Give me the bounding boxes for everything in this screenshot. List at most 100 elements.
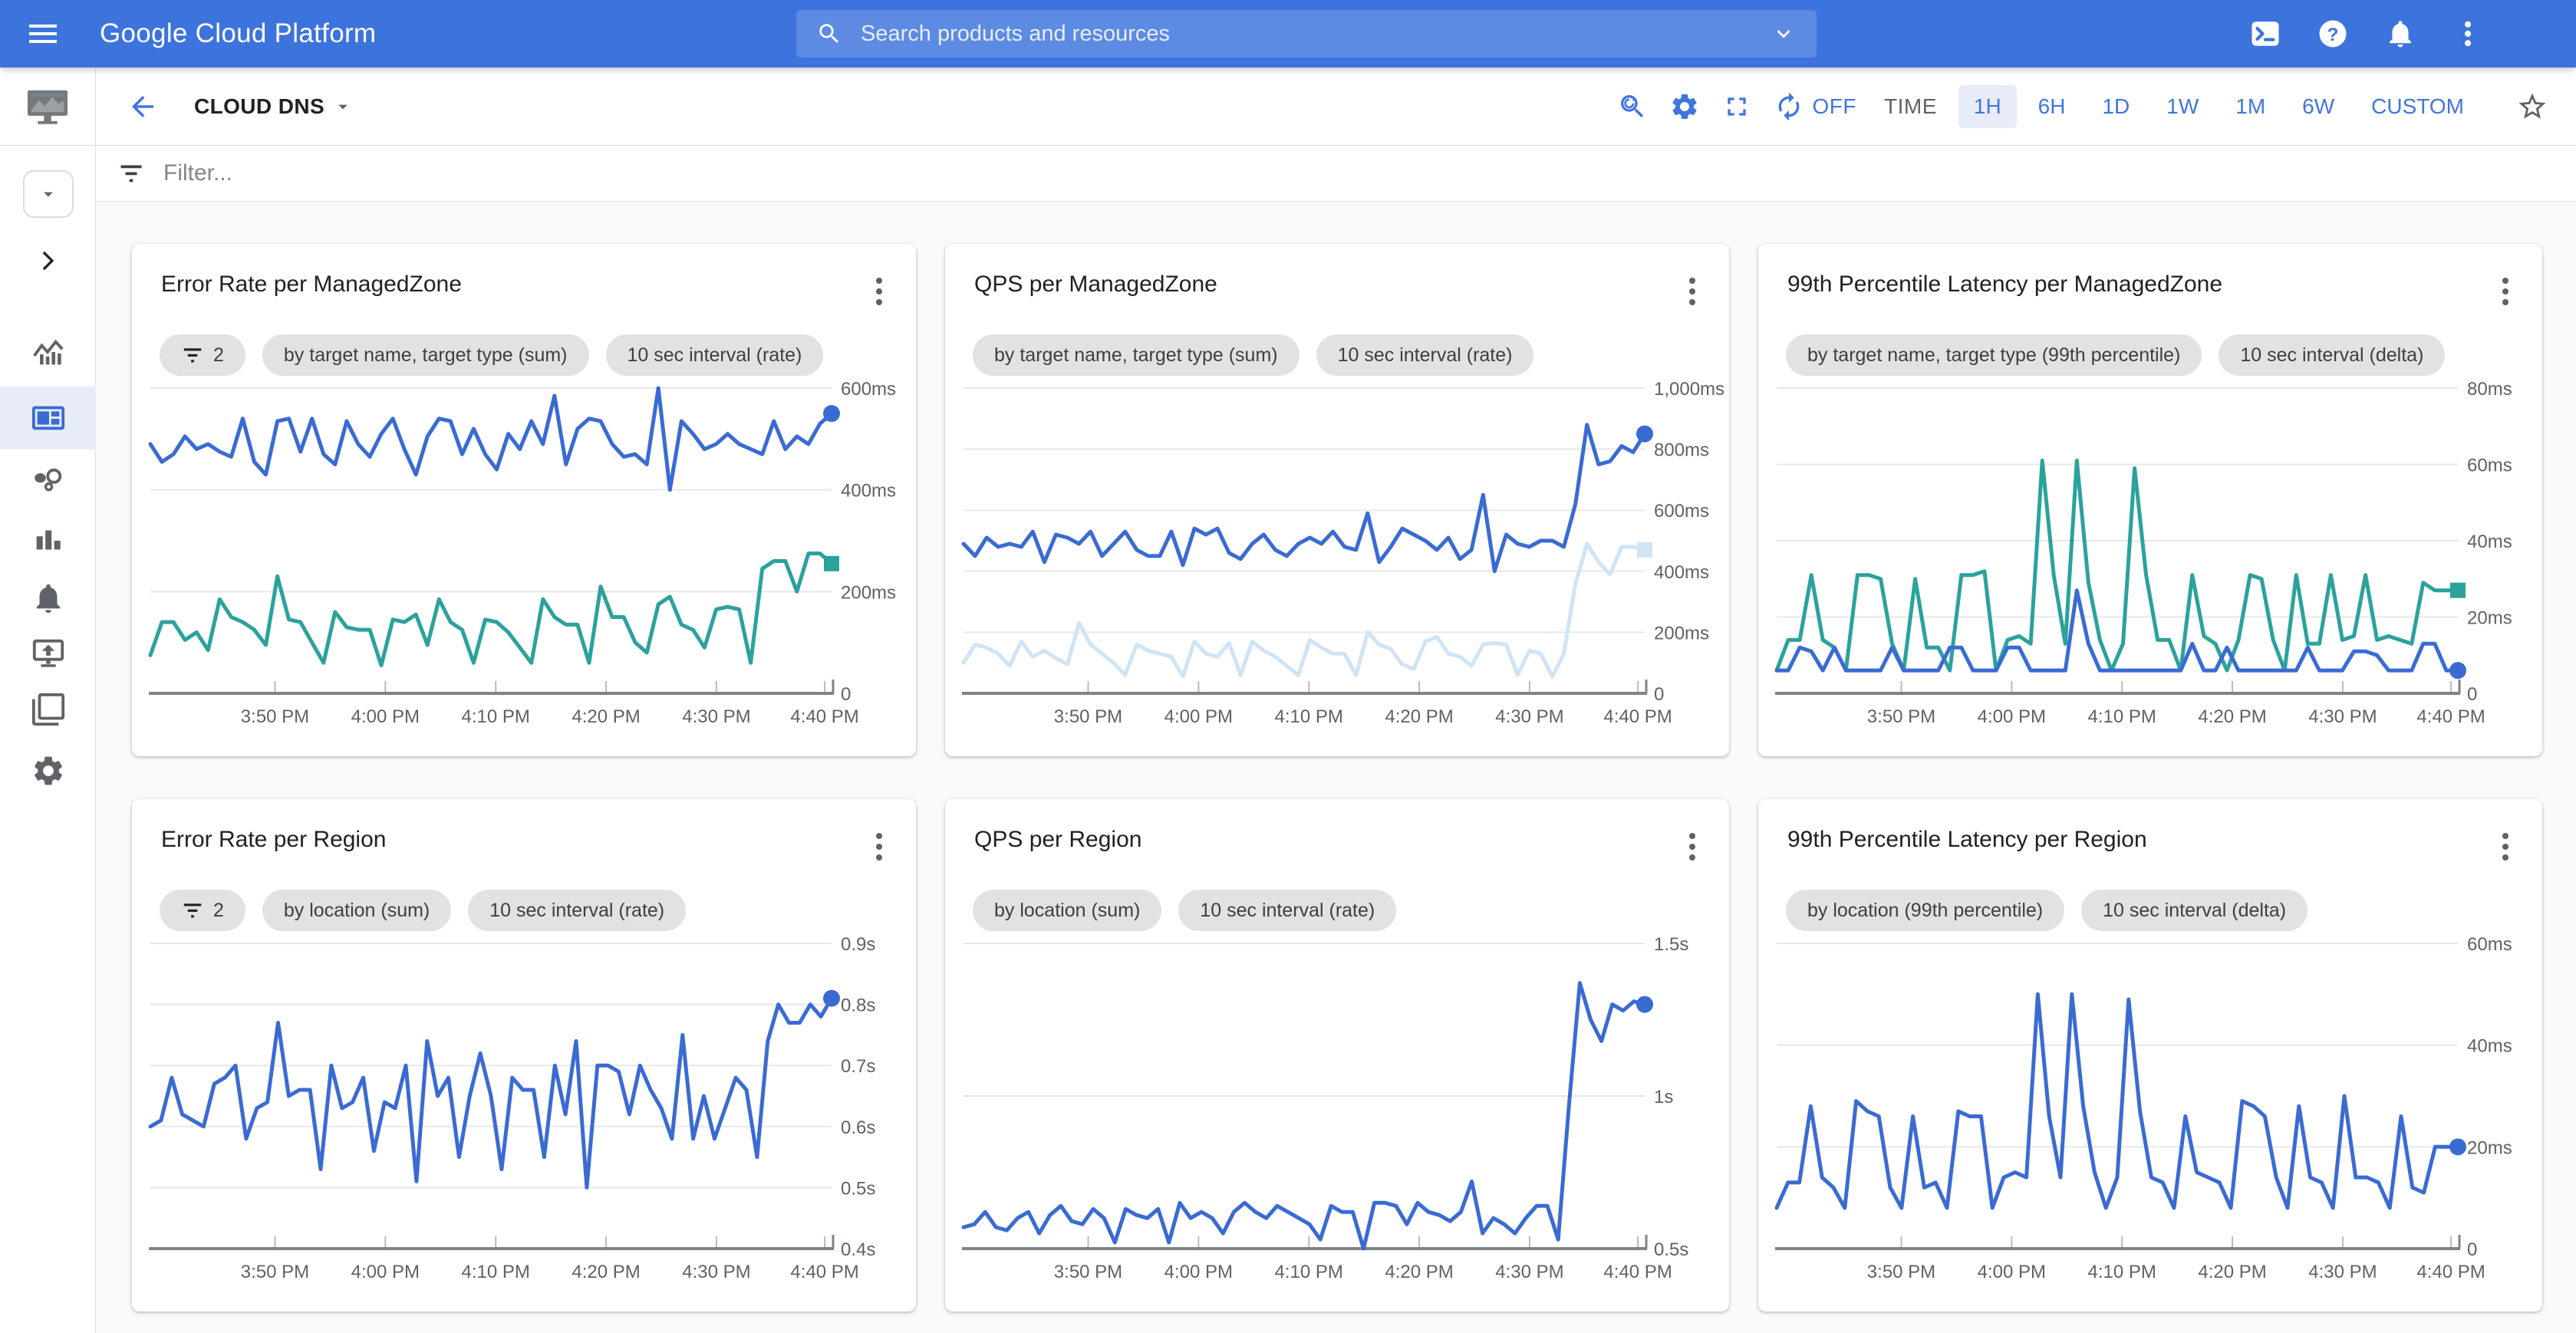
aggregation-chip[interactable]: 10 sec interval (rate) — [1316, 334, 1534, 376]
filter-count-chip[interactable]: 2 — [160, 334, 245, 376]
aggregation-chip[interactable]: 10 sec interval (rate) — [606, 334, 824, 376]
chart-menu-button[interactable] — [1675, 272, 1709, 314]
kebab-icon — [2502, 276, 2509, 310]
sidebar-item-uptime-checks[interactable] — [0, 636, 96, 671]
cloud-shell-icon[interactable] — [2249, 18, 2281, 50]
settings-gear-icon[interactable] — [1669, 91, 1700, 122]
y-tick-label: 1,000ms — [1654, 379, 1724, 400]
aggregation-chip[interactable]: by target name, target type (sum) — [973, 334, 1300, 376]
time-range-1d[interactable]: 1D — [2087, 85, 2145, 128]
chip-label: by target name, target type (99th percen… — [1807, 344, 2180, 367]
star-icon[interactable] — [2516, 91, 2548, 123]
services-icon — [31, 463, 66, 499]
chart-menu-button[interactable] — [1675, 827, 1709, 870]
global-search[interactable] — [796, 10, 1817, 58]
chip-label: 10 sec interval (delta) — [2240, 344, 2423, 367]
aggregation-chip[interactable]: by target name, target type (sum) — [262, 334, 589, 376]
line-chart: 600ms400ms200ms03:50 PM4:00 PM4:10 PM4:2… — [132, 379, 916, 747]
search-time-icon[interactable] — [1617, 91, 1648, 122]
chevron-down-icon — [38, 183, 59, 205]
app-header: Google Cloud Platform ? — [0, 0, 2576, 67]
sidebar-item-groups[interactable] — [0, 692, 96, 727]
time-range-custom[interactable]: CUSTOM — [2356, 85, 2479, 128]
time-range-6h[interactable]: 6H — [2023, 85, 2081, 128]
x-tick-label: 3:50 PM — [241, 706, 309, 727]
sidebar-item-alerting[interactable] — [0, 581, 96, 616]
auto-refresh-icon — [1774, 91, 1804, 122]
menu-icon[interactable] — [25, 15, 61, 52]
chart-plot: 600ms400ms200ms03:50 PM4:00 PM4:10 PM4:2… — [132, 379, 916, 747]
sidebar-item-uptime-metrics[interactable] — [0, 523, 96, 558]
chart-menu-button[interactable] — [862, 827, 896, 870]
series-line — [150, 554, 832, 666]
chart-chips: by location (99th percentile) 10 sec inte… — [1786, 890, 2542, 931]
chart-menu-button[interactable] — [2489, 272, 2522, 314]
aggregation-chip[interactable]: 10 sec interval (delta) — [2219, 334, 2445, 376]
x-tick-label: 4:00 PM — [1164, 1262, 1233, 1282]
x-tick-label: 4:40 PM — [1603, 706, 1672, 727]
aggregation-chip[interactable]: by location (99th percentile) — [1786, 890, 2064, 931]
chart-chips: by location (sum) 10 sec interval (rate) — [973, 890, 1729, 931]
chevron-down-icon[interactable] — [1771, 21, 1797, 47]
chip-label: by location (99th percentile) — [1807, 900, 2043, 922]
sidebar-item-dashboards[interactable] — [0, 387, 96, 449]
y-tick-label: 0 — [841, 684, 851, 705]
latest-point-marker — [2450, 583, 2466, 598]
sidebar-item-workspace-switcher[interactable] — [0, 170, 96, 218]
chart-menu-button[interactable] — [2489, 827, 2522, 870]
y-tick-label: 1.5s — [1654, 934, 1688, 955]
search-input[interactable] — [861, 21, 1771, 47]
fullscreen-icon[interactable] — [1721, 91, 1752, 122]
sidebar-item-services[interactable] — [0, 463, 96, 499]
series-line — [150, 388, 832, 490]
chart-menu-button[interactable] — [862, 272, 896, 314]
dashboard-selector[interactable]: CLOUD DNS — [194, 94, 354, 119]
chip-label: 2 — [213, 344, 224, 367]
sidebar-item-metrics-explorer[interactable] — [0, 335, 96, 370]
sidebar-item-expand-nav[interactable] — [0, 244, 96, 278]
time-range-1m[interactable]: 1M — [2220, 85, 2281, 128]
more-options-icon[interactable] — [2452, 18, 2484, 50]
chip-label: 2 — [213, 900, 224, 922]
x-tick-label: 4:30 PM — [682, 1262, 750, 1282]
x-tick-label: 4:10 PM — [1275, 706, 1343, 727]
chevron-right-icon — [31, 244, 65, 278]
time-range-1h[interactable]: 1H — [1958, 85, 2017, 128]
auto-refresh-toggle[interactable]: OFF — [1774, 91, 1856, 122]
sidebar-item-settings[interactable] — [0, 753, 96, 788]
uptime-checks-icon — [31, 636, 66, 671]
time-range-1w[interactable]: 1W — [2151, 85, 2214, 128]
filter-count-chip[interactable]: 2 — [160, 890, 245, 931]
time-label: TIME — [1884, 94, 1937, 119]
chip-label: by location (sum) — [284, 900, 430, 922]
y-tick-label: 800ms — [1654, 440, 1709, 461]
aggregation-chip[interactable]: 10 sec interval (rate) — [1178, 890, 1396, 931]
x-tick-label: 4:20 PM — [2198, 706, 2266, 727]
time-range-6w[interactable]: 6W — [2287, 85, 2350, 128]
y-tick-label: 60ms — [2467, 456, 2512, 476]
series-line — [150, 999, 832, 1188]
filter-input[interactable] — [163, 160, 2576, 186]
filter-bar — [96, 146, 2576, 202]
notifications-icon[interactable] — [2384, 18, 2416, 50]
kebab-icon — [875, 831, 883, 865]
back-arrow-icon[interactable] — [127, 91, 159, 123]
chip-label: by target name, target type (sum) — [284, 344, 568, 367]
kebab-icon — [1688, 276, 1696, 310]
aggregation-chip[interactable]: 10 sec interval (rate) — [468, 890, 686, 931]
chart-title: Error Rate per Region — [161, 827, 386, 853]
chart-chips: 2 by target name, target type (sum) 10 sec… — [160, 334, 916, 376]
chart-card: Error Rate per Region 2 by location (sum)… — [132, 799, 916, 1312]
line-chart: 80ms60ms40ms20ms03:50 PM4:00 PM4:10 PM4:… — [1758, 379, 2542, 747]
x-tick-label: 4:40 PM — [2416, 706, 2485, 727]
aggregation-chip[interactable]: by location (sum) — [973, 890, 1161, 931]
help-icon[interactable]: ? — [2317, 18, 2349, 50]
x-tick-label: 4:10 PM — [462, 706, 530, 727]
aggregation-chip[interactable]: by target name, target type (99th percen… — [1786, 334, 2202, 376]
chart-title: QPS per Region — [974, 827, 1141, 853]
aggregation-chip[interactable]: by location (sum) — [262, 890, 451, 931]
kebab-icon — [1688, 831, 1696, 865]
sidebar-item-monitoring-logo[interactable] — [0, 67, 95, 146]
x-tick-label: 4:30 PM — [2308, 706, 2377, 727]
aggregation-chip[interactable]: 10 sec interval (delta) — [2081, 890, 2308, 931]
